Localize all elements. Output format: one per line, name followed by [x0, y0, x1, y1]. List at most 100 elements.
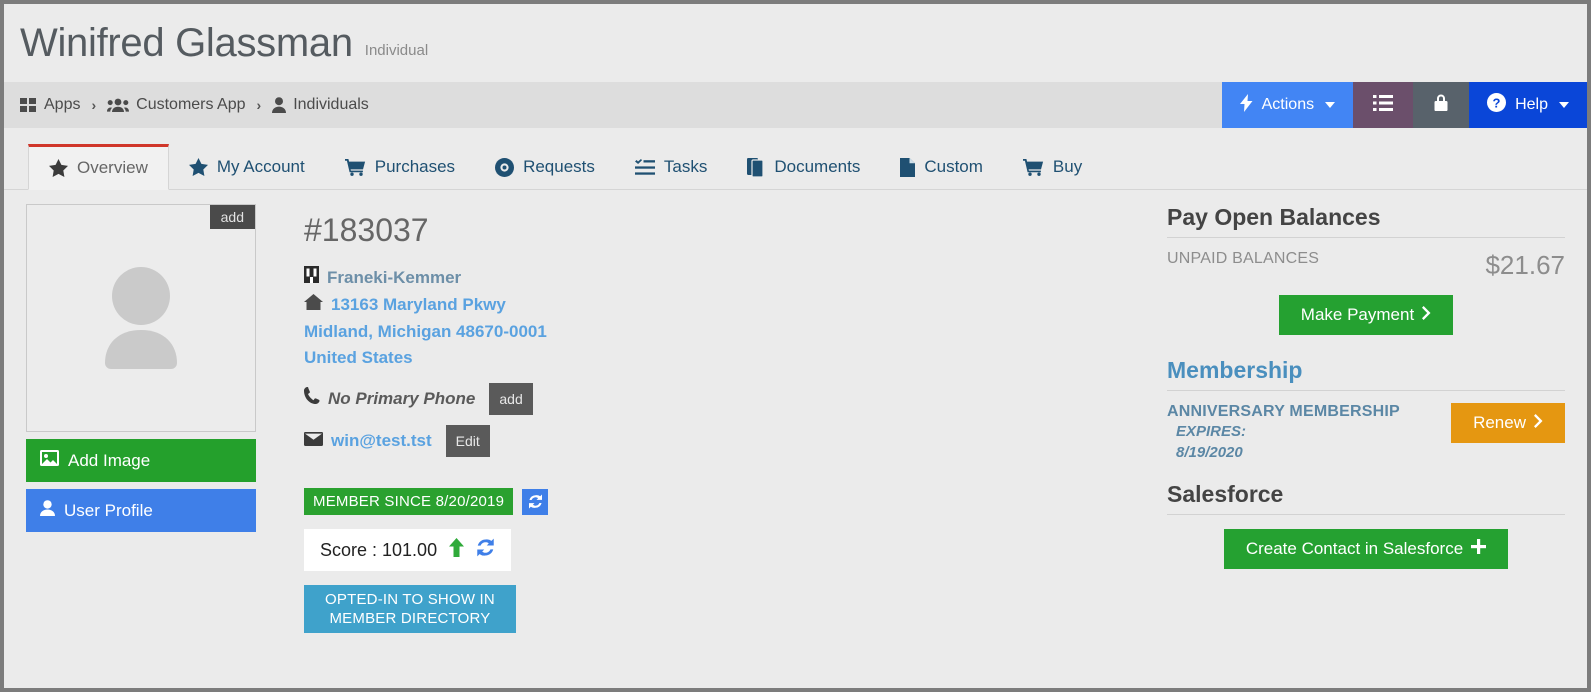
- tab-documents[interactable]: Documents: [727, 144, 880, 190]
- page-title: Winifred Glassman: [20, 21, 353, 65]
- lifering-icon: [495, 157, 515, 177]
- page-header: Winifred Glassman Individual: [4, 4, 1587, 82]
- profile-photo-box: add: [26, 204, 256, 432]
- cart-icon: [344, 158, 366, 176]
- address-country[interactable]: United States: [304, 345, 1167, 371]
- user-profile-button[interactable]: User Profile: [26, 489, 256, 532]
- tab-custom[interactable]: Custom: [880, 144, 1003, 190]
- chevron-right-icon: [1534, 413, 1543, 433]
- tab-label: Requests: [523, 157, 595, 176]
- add-image-label: Add Image: [68, 450, 151, 470]
- help-label: Help: [1515, 96, 1548, 113]
- users-icon: [107, 98, 130, 113]
- plus-icon: [1471, 539, 1487, 559]
- star-icon: [188, 158, 208, 176]
- add-image-button[interactable]: Add Image: [26, 439, 256, 482]
- chevron-right-icon: [1422, 305, 1431, 325]
- create-contact-in-salesforce-button[interactable]: Create Contact in Salesforce: [1223, 529, 1509, 569]
- actions-button[interactable]: Actions: [1221, 82, 1354, 128]
- refresh-member-since-button[interactable]: [522, 488, 549, 515]
- lock-button[interactable]: [1413, 82, 1470, 128]
- tab-label: Documents: [774, 157, 861, 176]
- breadcrumb-item-individuals[interactable]: Individuals: [272, 96, 369, 114]
- member-since-row: MEMBER SINCE 8/20/2019: [304, 488, 1167, 515]
- tab-tasks[interactable]: Tasks: [615, 144, 727, 190]
- refresh-icon: [477, 538, 494, 557]
- tab-label: Custom: [924, 157, 983, 176]
- membership-section: Membership ANNIVERSARY MEMBERSHIP EXPIRE…: [1167, 357, 1565, 463]
- tab-my-account[interactable]: My Account: [169, 144, 325, 190]
- chevron-down-icon: [1559, 102, 1569, 108]
- tab-label: Purchases: [374, 157, 456, 176]
- breadcrumb-label: Customers App: [136, 96, 246, 113]
- create-contact-row: Create Contact in Salesforce: [1167, 529, 1565, 569]
- unpaid-balances-label: UNPAID BALANCES: [1167, 250, 1320, 267]
- refresh-icon: [528, 494, 542, 509]
- star-icon: [49, 159, 68, 177]
- membership-expires-date: 8/19/2020: [1176, 444, 1243, 461]
- image-icon: [40, 450, 59, 471]
- breadcrumb-separator: ›: [91, 97, 97, 113]
- membership-row: ANNIVERSARY MEMBERSHIP EXPIRES: 8/19/202…: [1167, 403, 1565, 463]
- breadcrumb-separator: ›: [256, 97, 262, 113]
- score-label: Score : 101.00: [320, 539, 438, 560]
- tab-purchases[interactable]: Purchases: [325, 144, 475, 190]
- svg-text:?: ?: [1493, 95, 1501, 110]
- person-icon: [40, 500, 55, 521]
- tab-requests[interactable]: Requests: [475, 144, 615, 190]
- pay-open-balances-heading: Pay Open Balances: [1167, 204, 1565, 238]
- membership-name: ANNIVERSARY MEMBERSHIP: [1167, 403, 1400, 420]
- question-circle-icon: ?: [1487, 93, 1507, 117]
- add-phone-button[interactable]: add: [489, 383, 533, 415]
- refresh-score-button[interactable]: [476, 538, 495, 562]
- lock-icon: [1433, 93, 1449, 117]
- avatar: [75, 256, 207, 389]
- right-rail: Pay Open Balances UNPAID BALANCES $21.67…: [1167, 204, 1587, 688]
- score-up-arrow-icon: [449, 538, 465, 562]
- email-line: win@test.tst Edit: [304, 425, 1167, 457]
- create-contact-label: Create Contact in Salesforce: [1245, 539, 1464, 558]
- phone-icon: [304, 386, 320, 412]
- user-profile-label: User Profile: [64, 500, 153, 520]
- unpaid-balances-amount: $21.67: [1485, 250, 1565, 280]
- address-street: 13163 Maryland Pkwy: [331, 295, 506, 314]
- address-line-1[interactable]: 13163 Maryland Pkwy: [304, 292, 1167, 318]
- breadcrumb: Apps › Customers App › Individuals: [4, 82, 369, 128]
- tab-label: My Account: [216, 157, 305, 176]
- score-box: Score : 101.00: [304, 529, 512, 571]
- address-city-state-zip[interactable]: Midland, Michigan 48670-0001: [304, 319, 1167, 345]
- page-subtitle: Individual: [364, 41, 429, 59]
- file-icon: [900, 157, 916, 177]
- tab-overview[interactable]: Overview: [28, 144, 169, 190]
- list-view-button[interactable]: [1353, 82, 1414, 128]
- membership-expires-label: EXPIRES:: [1176, 423, 1247, 440]
- renew-button[interactable]: Renew: [1451, 403, 1565, 443]
- renew-label: Renew: [1473, 413, 1526, 432]
- tasks-icon: [634, 158, 655, 176]
- phone-line: No Primary Phone add: [304, 383, 1167, 415]
- tab-strip: Overview My Account Purchases Requests T…: [4, 128, 1587, 190]
- photo-column: add Add Image User Profile: [4, 204, 256, 688]
- pay-open-balances-section: Pay Open Balances UNPAID BALANCES $21.67…: [1167, 204, 1565, 335]
- help-button[interactable]: ? Help: [1469, 82, 1587, 128]
- breadcrumb-label: Individuals: [293, 96, 369, 113]
- breadcrumb-item-customers-app[interactable]: Customers App: [107, 96, 246, 114]
- breadcrumb-item-apps[interactable]: Apps: [20, 96, 80, 114]
- organization-name: Franeki-Kemmer: [327, 268, 462, 287]
- breadcrumb-bar: Apps › Customers App › Individuals Actio…: [4, 82, 1587, 128]
- details-column: #183037 Franeki-Kemmer 13163 Maryland Pk…: [256, 204, 1167, 688]
- make-payment-button[interactable]: Make Payment: [1278, 295, 1454, 335]
- actions-label: Actions: [1261, 96, 1315, 113]
- membership-heading: Membership: [1167, 357, 1565, 391]
- app-window: Winifred Glassman Individual Apps › Cust…: [4, 4, 1587, 688]
- salesforce-heading: Salesforce: [1167, 481, 1565, 515]
- edit-email-button[interactable]: Edit: [445, 425, 490, 457]
- cart-icon: [1022, 158, 1044, 176]
- add-photo-chip[interactable]: add: [209, 205, 255, 229]
- breadcrumb-label: Apps: [44, 96, 81, 113]
- list-icon: [1373, 94, 1394, 116]
- email-address[interactable]: win@test.tst: [331, 428, 432, 454]
- organization-line[interactable]: Franeki-Kemmer: [304, 265, 1167, 291]
- tab-buy[interactable]: Buy: [1003, 144, 1102, 190]
